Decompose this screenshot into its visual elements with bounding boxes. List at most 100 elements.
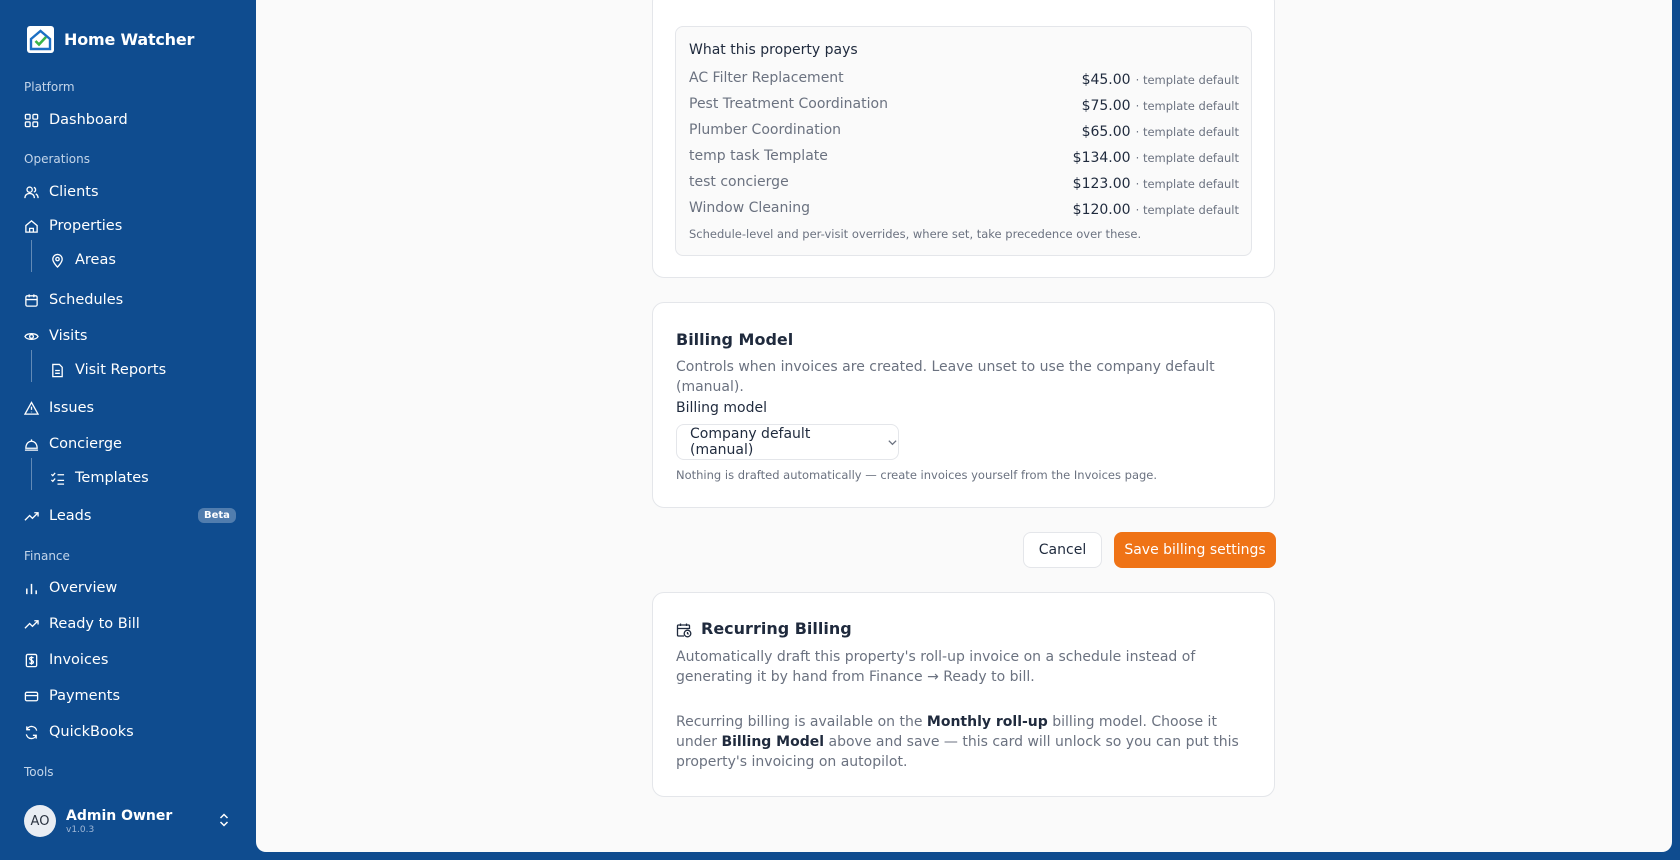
pays-row-price: $123.00 bbox=[1072, 175, 1131, 192]
property-pays-box: What this property pays AC Filter Replac… bbox=[675, 26, 1252, 256]
calendar-clock-icon bbox=[676, 623, 692, 638]
map-pin-icon bbox=[52, 253, 63, 268]
brand[interactable]: Home Watcher bbox=[27, 26, 194, 53]
pays-row-note: · template default bbox=[1135, 150, 1239, 165]
nav-visits[interactable]: Visits bbox=[24, 324, 87, 348]
bar-chart-icon bbox=[26, 583, 37, 594]
pays-row-price: $120.00 bbox=[1072, 201, 1131, 218]
pays-row-name: Plumber Coordination bbox=[689, 122, 842, 138]
pays-row: temp task Template $134.00 · template de… bbox=[689, 146, 1239, 166]
pays-row-note: · template default bbox=[1135, 98, 1239, 113]
grid-icon bbox=[24, 113, 39, 127]
nav-clients-label: Clients bbox=[49, 184, 99, 200]
section-operations: Operations bbox=[24, 152, 90, 166]
pays-row: Window Cleaning $120.00 · template defau… bbox=[689, 198, 1239, 218]
pays-row-name: AC Filter Replacement bbox=[689, 70, 844, 86]
pays-row: Plumber Coordination $65.00 · template d… bbox=[689, 120, 1239, 140]
billing-model-select[interactable]: Company default (manual) bbox=[676, 424, 899, 460]
list-checks-icon bbox=[50, 471, 65, 485]
pays-row-name: test concierge bbox=[689, 174, 789, 190]
nav-schedules-label: Schedules bbox=[49, 292, 124, 308]
rates-card: What this property pays AC Filter Replac… bbox=[652, 0, 1275, 278]
concierge-bell-icon bbox=[24, 438, 39, 451]
chevrons-up-down-icon[interactable] bbox=[218, 812, 230, 828]
file-text-icon bbox=[52, 363, 63, 377]
nav-payments[interactable]: Payments bbox=[24, 684, 120, 708]
pays-row-note: · template default bbox=[1135, 72, 1239, 87]
save-billing-settings-button[interactable]: Save billing settings bbox=[1114, 532, 1276, 568]
user-menu[interactable]: AO Admin Owner v1.0.3 bbox=[24, 805, 172, 837]
billing-model-ref-text: Billing Model bbox=[721, 734, 825, 750]
nav-dashboard-label: Dashboard bbox=[49, 112, 128, 128]
nav-concierge-label: Concierge bbox=[49, 436, 122, 452]
nav-visits-label: Visits bbox=[49, 328, 88, 344]
dollar-receipt-icon bbox=[25, 653, 38, 667]
recurring-billing-info: Recurring billing is available on the Mo… bbox=[676, 712, 1256, 772]
refresh-icon bbox=[25, 725, 38, 739]
recurring-billing-title: Recurring Billing bbox=[701, 619, 852, 638]
pays-row-name: temp task Template bbox=[689, 148, 828, 164]
app-version: v1.0.3 bbox=[66, 824, 95, 835]
nav-issues-label: Issues bbox=[49, 400, 95, 416]
nav-schedules[interactable]: Schedules bbox=[24, 288, 123, 312]
pays-footnote: Schedule-level and per-visit overrides, … bbox=[689, 227, 1142, 241]
eye-icon bbox=[24, 332, 39, 340]
pays-row-price: $65.00 bbox=[1081, 123, 1131, 140]
calendar-icon bbox=[25, 293, 38, 307]
billing-model-field-label: Billing model bbox=[676, 400, 767, 416]
sub-line-properties bbox=[31, 240, 32, 272]
billing-model-hint: Nothing is drafted automatically — creat… bbox=[676, 468, 1158, 482]
nav-areas-label: Areas bbox=[75, 252, 116, 268]
nav-areas[interactable]: Areas bbox=[50, 248, 116, 272]
pays-row-price: $45.00 bbox=[1081, 71, 1131, 88]
info-text: Recurring billing is available on the bbox=[676, 714, 927, 730]
nav-leads[interactable]: Leads bbox=[24, 504, 91, 528]
nav-issues[interactable]: Issues bbox=[24, 396, 94, 420]
cancel-button[interactable]: Cancel bbox=[1023, 532, 1102, 568]
pays-row-price: $75.00 bbox=[1081, 97, 1131, 114]
nav-payments-label: Payments bbox=[49, 688, 121, 704]
nav-templates[interactable]: Templates bbox=[50, 466, 149, 490]
section-finance: Finance bbox=[24, 549, 70, 563]
recurring-billing-card: Recurring Billing Automatically draft th… bbox=[652, 592, 1275, 797]
billing-model-selected: Company default (manual) bbox=[690, 426, 811, 458]
sidebar: Home Watcher Platform Dashboard Operatio… bbox=[0, 0, 256, 860]
nav-templates-label: Templates bbox=[75, 470, 149, 486]
nav-concierge[interactable]: Concierge bbox=[24, 432, 122, 456]
leads-beta-badge: Beta bbox=[198, 508, 236, 523]
main-content: What this property pays AC Filter Replac… bbox=[256, 0, 1672, 852]
pays-row-note: · template default bbox=[1135, 176, 1239, 191]
pays-row: AC Filter Replacement $45.00 · template … bbox=[689, 68, 1239, 88]
nav-visit-reports[interactable]: Visit Reports bbox=[50, 358, 166, 382]
nav-clients[interactable]: Clients bbox=[24, 180, 99, 204]
billing-model-description: Controls when invoices are created. Leav… bbox=[676, 359, 1215, 395]
billing-model-card: Billing Model Controls when invoices are… bbox=[652, 302, 1275, 508]
nav-dashboard[interactable]: Dashboard bbox=[24, 108, 128, 132]
section-platform: Platform bbox=[24, 80, 75, 94]
nav-invoices[interactable]: Invoices bbox=[24, 648, 108, 672]
pays-row-name: Pest Treatment Coordination bbox=[689, 96, 888, 112]
nav-quickbooks[interactable]: QuickBooks bbox=[24, 720, 134, 744]
trending-up-icon bbox=[24, 511, 39, 521]
trending-up-icon bbox=[24, 619, 39, 629]
pays-row-name: Window Cleaning bbox=[689, 200, 811, 216]
nav-leads-label: Leads bbox=[49, 508, 92, 524]
nav-visit-reports-label: Visit Reports bbox=[75, 362, 167, 378]
user-name: Admin Owner bbox=[66, 807, 173, 824]
alert-triangle-icon bbox=[24, 400, 39, 415]
nav-properties-label: Properties bbox=[49, 218, 123, 234]
sub-line-visits bbox=[31, 350, 32, 382]
users-icon bbox=[24, 185, 39, 198]
nav-overview[interactable]: Overview bbox=[24, 576, 117, 600]
nav-ready-to-bill-label: Ready to Bill bbox=[49, 616, 140, 632]
nav-properties[interactable]: Properties bbox=[24, 214, 122, 238]
home-logo-icon bbox=[27, 26, 54, 53]
monthly-rollup-text: Monthly roll-up bbox=[926, 714, 1048, 730]
pays-row-price: $134.00 bbox=[1072, 149, 1131, 166]
pays-row-note: · template default bbox=[1135, 124, 1239, 139]
nav-ready-to-bill[interactable]: Ready to Bill bbox=[24, 612, 140, 636]
pays-row-note: · template default bbox=[1135, 202, 1239, 217]
chevron-down-icon bbox=[888, 439, 897, 445]
nav-overview-label: Overview bbox=[49, 580, 118, 596]
home-icon bbox=[25, 219, 38, 233]
